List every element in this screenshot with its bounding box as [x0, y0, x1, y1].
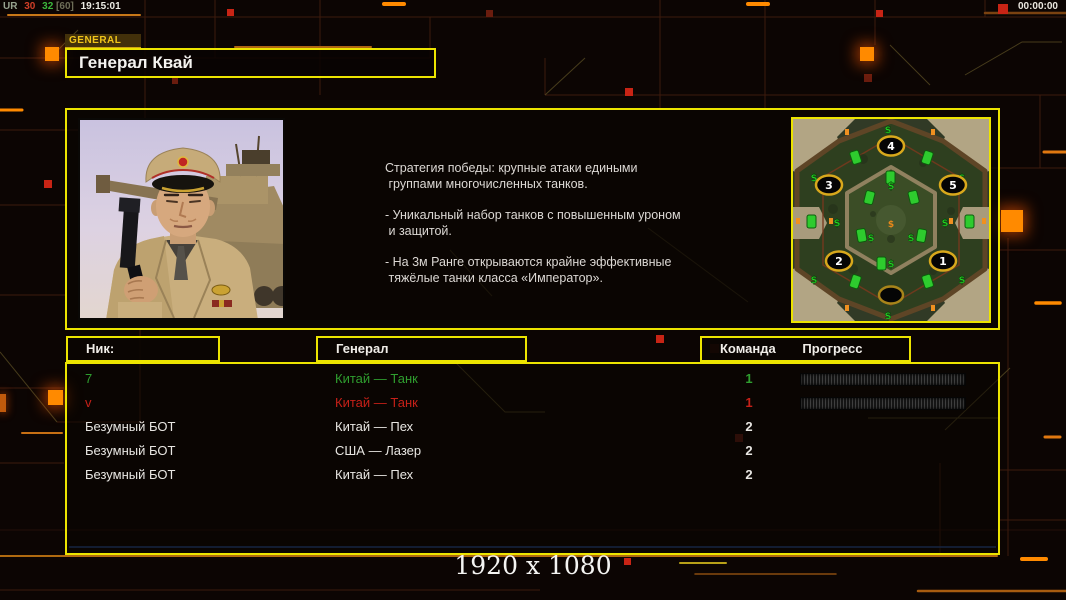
- general-portrait-image: [78, 118, 285, 320]
- player-row: Безумный БОТ США — Лазер 2: [67, 439, 998, 463]
- svg-text:4: 4: [887, 140, 895, 153]
- strategy-paragraph: - Уникальный набор танков с повышенным у…: [385, 208, 681, 238]
- general-tab-label: GENERAL: [69, 35, 122, 46]
- svg-text:$: $: [908, 233, 915, 244]
- player-team: 2: [745, 419, 753, 434]
- decor-orange-square: [45, 47, 59, 61]
- svg-text:$: $: [868, 233, 875, 244]
- header-general-label: Генерал: [336, 341, 389, 356]
- stat-token: UR: [3, 1, 18, 12]
- player-general: Китай — Танк: [335, 371, 418, 386]
- map-position-3: 3: [814, 174, 844, 196]
- stat-token: [60]: [56, 1, 74, 12]
- map-preview-image: $ $ $ $ $ $ $ $ $ $ $ $ $: [793, 119, 989, 321]
- player-row: v Китай — Танк 1: [67, 391, 998, 415]
- header-general: Генерал: [316, 336, 527, 362]
- player-nick: 7: [85, 371, 93, 386]
- stat-token: 32: [42, 1, 54, 12]
- player-general: Китай — Пех: [335, 467, 414, 482]
- map-center-marker: $: [888, 220, 894, 230]
- map-position-1: 1: [928, 250, 958, 272]
- loading-screen: UR 30 32 [60] 19:15:01 00:00:00 GENERAL …: [0, 0, 1066, 600]
- header-team-label: Команда: [720, 341, 776, 356]
- general-tab: GENERAL: [65, 34, 141, 49]
- header-nick: Ник:: [66, 336, 220, 362]
- svg-text:$: $: [888, 259, 895, 270]
- decor-orange-square: [860, 47, 874, 61]
- player-progress-bar: [800, 397, 966, 410]
- header-nick-label: Ник:: [86, 341, 115, 356]
- svg-text:1: 1: [939, 255, 947, 268]
- player-nick: Безумный БОТ: [85, 443, 176, 458]
- player-progress-bar: [800, 373, 966, 386]
- svg-text:$: $: [834, 218, 841, 229]
- player-team: 1: [745, 395, 753, 410]
- svg-text:5: 5: [949, 179, 957, 192]
- svg-text:$: $: [811, 275, 818, 286]
- stat-clock: 19:15:01: [80, 1, 121, 12]
- match-timer: 00:00:00: [1017, 1, 1058, 12]
- player-general: США — Лазер: [335, 443, 422, 458]
- svg-text:3: 3: [825, 179, 833, 192]
- players-table: 7 Китай — Танк 1 v Китай — Танк 1 Безумн…: [65, 362, 1000, 555]
- header-progress-label: Прогресс: [802, 341, 863, 356]
- stat-token: 30: [24, 1, 36, 12]
- decor-blue-line: [69, 546, 996, 548]
- player-nick: v: [85, 395, 92, 410]
- player-row: Безумный БОТ Китай — Пех 2: [67, 463, 998, 487]
- decor-orange-square: [48, 390, 63, 405]
- svg-text:$: $: [959, 275, 966, 286]
- general-portrait: [78, 118, 285, 320]
- svg-text:$: $: [885, 311, 892, 321]
- map-position-empty: [877, 285, 905, 305]
- gentool-stats: UR 30 32 [60] 19:15:01: [3, 1, 125, 12]
- strategy-paragraph: Стратегия победы: крупные атаки едиными …: [385, 161, 638, 191]
- map-preview: $ $ $ $ $ $ $ $ $ $ $ $ $: [791, 117, 991, 323]
- page-title: Генерал Квай: [79, 53, 193, 72]
- general-title-box: Генерал Квай: [65, 48, 436, 78]
- header-team-progress: Команда Прогресс: [700, 336, 911, 362]
- general-info-box: Стратегия победы: крупные атаки едиными …: [65, 108, 1000, 330]
- general-strategy-text: Стратегия победы: крупные атаки едиными …: [385, 160, 730, 301]
- map-position-2: 2: [824, 250, 854, 272]
- player-row: 7 Китай — Танк 1: [67, 367, 998, 391]
- map-position-4: 4: [876, 135, 906, 157]
- svg-text:$: $: [942, 218, 949, 229]
- player-nick: Безумный БОТ: [85, 467, 176, 482]
- svg-text:$: $: [885, 125, 892, 136]
- player-general: Китай — Пех: [335, 419, 414, 434]
- strategy-paragraph: - На 3м Ранге открываются крайне эффекти…: [385, 255, 672, 285]
- player-general: Китай — Танк: [335, 395, 418, 410]
- player-team: 1: [745, 371, 753, 386]
- player-row: Безумный БОТ Китай — Пех 2: [67, 415, 998, 439]
- player-nick: Безумный БОТ: [85, 419, 176, 434]
- resolution-label: 1920 x 1080: [454, 551, 612, 580]
- svg-text:2: 2: [835, 255, 843, 268]
- decor-orange-square: [0, 394, 6, 412]
- decor-orange-square: [1001, 210, 1023, 232]
- svg-text:$: $: [888, 181, 895, 192]
- map-position-5: 5: [938, 174, 968, 196]
- player-team: 2: [745, 443, 753, 458]
- player-team: 2: [745, 467, 753, 482]
